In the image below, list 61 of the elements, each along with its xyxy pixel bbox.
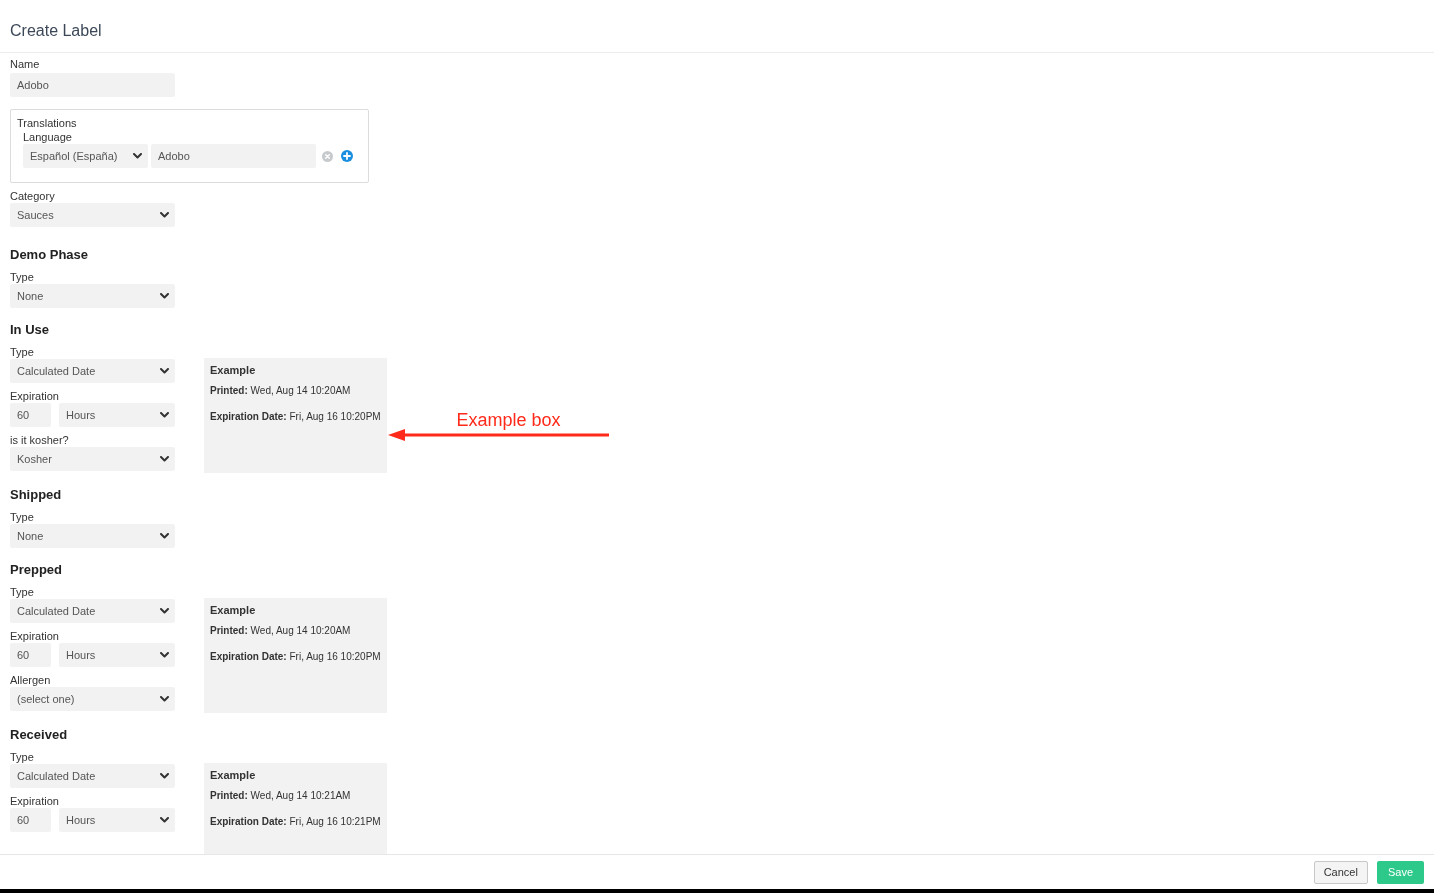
example-line: Expiration Date: Fri, Aug 16 10:20PM xyxy=(210,651,381,663)
section-heading: Demo Phase xyxy=(10,247,89,263)
field-label: Type xyxy=(10,511,34,524)
chevron-down-icon xyxy=(160,817,169,823)
panel-title: Translations xyxy=(17,117,77,130)
dropdown[interactable]: Sauces xyxy=(10,203,175,227)
section-heading: In Use xyxy=(10,322,49,338)
dropdown[interactable]: None xyxy=(10,524,175,548)
example-title: Example xyxy=(210,364,256,377)
chevron-down-icon xyxy=(160,456,169,462)
field-label: Expiration xyxy=(10,795,59,808)
field-label: Expiration xyxy=(10,390,59,403)
field-label: Expiration xyxy=(10,630,59,643)
field-label: Type xyxy=(10,586,34,599)
field-label: is it kosher? xyxy=(10,434,69,447)
example-line: Printed: Wed, Aug 14 10:21AM xyxy=(210,790,351,802)
field-label: Type xyxy=(10,271,34,284)
chevron-down-icon xyxy=(160,696,169,702)
field-label: Type xyxy=(10,751,34,764)
annotation-label: Example box xyxy=(455,411,561,429)
chevron-down-icon xyxy=(160,608,169,614)
example-title: Example xyxy=(210,769,256,782)
text-input[interactable]: Adobo xyxy=(151,144,316,168)
example-line: Printed: Wed, Aug 14 10:20AM xyxy=(210,625,351,637)
text-input[interactable]: Adobo xyxy=(10,73,175,97)
chevron-down-icon xyxy=(160,293,169,299)
field-label: Language xyxy=(23,131,72,144)
chevron-down-icon xyxy=(133,153,142,159)
number-input[interactable]: 60 xyxy=(10,643,51,667)
chevron-down-icon xyxy=(160,652,169,658)
field-label: Allergen xyxy=(10,674,51,687)
page-title: Create Label xyxy=(10,21,102,41)
add-icon[interactable] xyxy=(341,150,353,162)
section-heading: Prepped xyxy=(10,562,62,578)
example-line: Printed: Wed, Aug 14 10:20AM xyxy=(210,385,351,397)
dropdown[interactable]: Calculated Date xyxy=(10,764,175,788)
dropdown[interactable]: Hours xyxy=(59,808,175,832)
dropdown[interactable]: None xyxy=(10,284,175,308)
section-heading: Received xyxy=(10,727,68,743)
dropdown[interactable]: Hours xyxy=(59,643,175,667)
field-label: Name xyxy=(10,58,40,71)
chevron-down-icon xyxy=(160,533,169,539)
dropdown[interactable]: Calculated Date xyxy=(10,599,175,623)
dropdown[interactable]: Calculated Date xyxy=(10,359,175,383)
dropdown[interactable]: Hours xyxy=(59,403,175,427)
example-line: Expiration Date: Fri, Aug 16 10:21PM xyxy=(210,816,381,828)
dropdown[interactable]: Kosher xyxy=(10,447,175,471)
chevron-down-icon xyxy=(160,412,169,418)
cancel-button[interactable]: Cancel xyxy=(1313,861,1368,884)
chevron-down-icon xyxy=(160,368,169,374)
field-label: Type xyxy=(10,346,34,359)
chevron-down-icon xyxy=(160,212,169,218)
field-label: Category xyxy=(10,190,55,203)
number-input[interactable]: 60 xyxy=(10,403,51,427)
dropdown[interactable]: (select one) xyxy=(10,687,175,711)
example-title: Example xyxy=(210,604,256,617)
dropdown[interactable]: Español (España) xyxy=(23,144,148,168)
section-heading: Shipped xyxy=(10,487,62,503)
chevron-down-icon xyxy=(160,773,169,779)
example-line: Expiration Date: Fri, Aug 16 10:20PM xyxy=(210,411,381,423)
number-input[interactable]: 60 xyxy=(10,808,51,832)
